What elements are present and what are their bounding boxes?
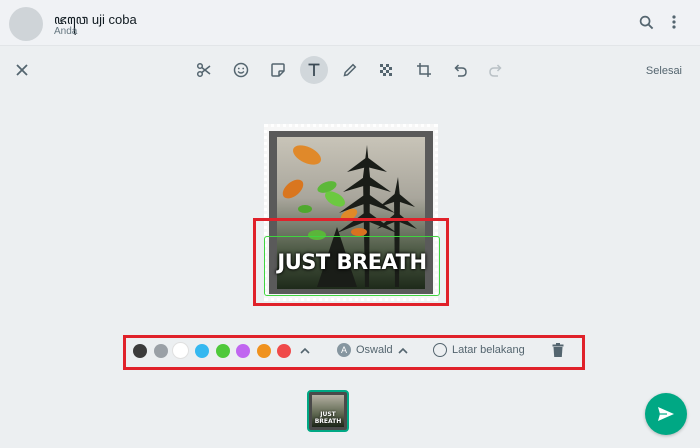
send-button[interactable] bbox=[645, 393, 687, 435]
thumbnail-caption: JUST BREATH bbox=[314, 411, 342, 425]
media-thumbnail[interactable]: JUST BREATH bbox=[307, 390, 349, 432]
text-icon[interactable] bbox=[300, 56, 328, 84]
emoji-icon[interactable] bbox=[227, 56, 255, 84]
chat-subtitle: Anda bbox=[54, 26, 78, 37]
done-button[interactable]: Selesai bbox=[646, 65, 682, 77]
color-swatch-1[interactable] bbox=[133, 344, 147, 358]
font-selector[interactable]: Oswald bbox=[356, 344, 393, 356]
color-swatch-6[interactable] bbox=[236, 344, 250, 358]
color-swatch-8[interactable] bbox=[277, 344, 291, 358]
chevron-up-icon[interactable] bbox=[298, 344, 312, 358]
blur-icon[interactable] bbox=[372, 56, 400, 84]
color-swatch-7[interactable] bbox=[257, 344, 271, 358]
redo-icon[interactable] bbox=[482, 56, 510, 84]
undo-icon[interactable] bbox=[446, 56, 474, 84]
crop-icon[interactable] bbox=[410, 56, 438, 84]
highlight-box-caption bbox=[253, 218, 449, 306]
close-icon[interactable] bbox=[12, 60, 32, 80]
scissors-icon[interactable] bbox=[190, 56, 218, 84]
sticker-icon[interactable] bbox=[264, 56, 292, 84]
pen-icon[interactable] bbox=[336, 56, 364, 84]
send-icon bbox=[658, 407, 674, 421]
background-label[interactable]: Latar belakang bbox=[452, 344, 525, 356]
color-swatch-3[interactable] bbox=[172, 342, 189, 359]
font-icon: A bbox=[337, 343, 351, 357]
avatar[interactable] bbox=[9, 7, 43, 41]
menu-icon[interactable] bbox=[665, 13, 683, 31]
color-swatch-5[interactable] bbox=[216, 344, 230, 358]
search-icon[interactable] bbox=[637, 13, 655, 31]
color-swatch-2[interactable] bbox=[154, 344, 168, 358]
background-toggle[interactable] bbox=[433, 343, 447, 357]
trash-icon[interactable] bbox=[550, 342, 566, 358]
chat-header: ꦗꦮꦺ uji coba Anda bbox=[0, 0, 700, 46]
color-swatch-4[interactable] bbox=[195, 344, 209, 358]
chevron-up-icon[interactable] bbox=[396, 344, 410, 358]
